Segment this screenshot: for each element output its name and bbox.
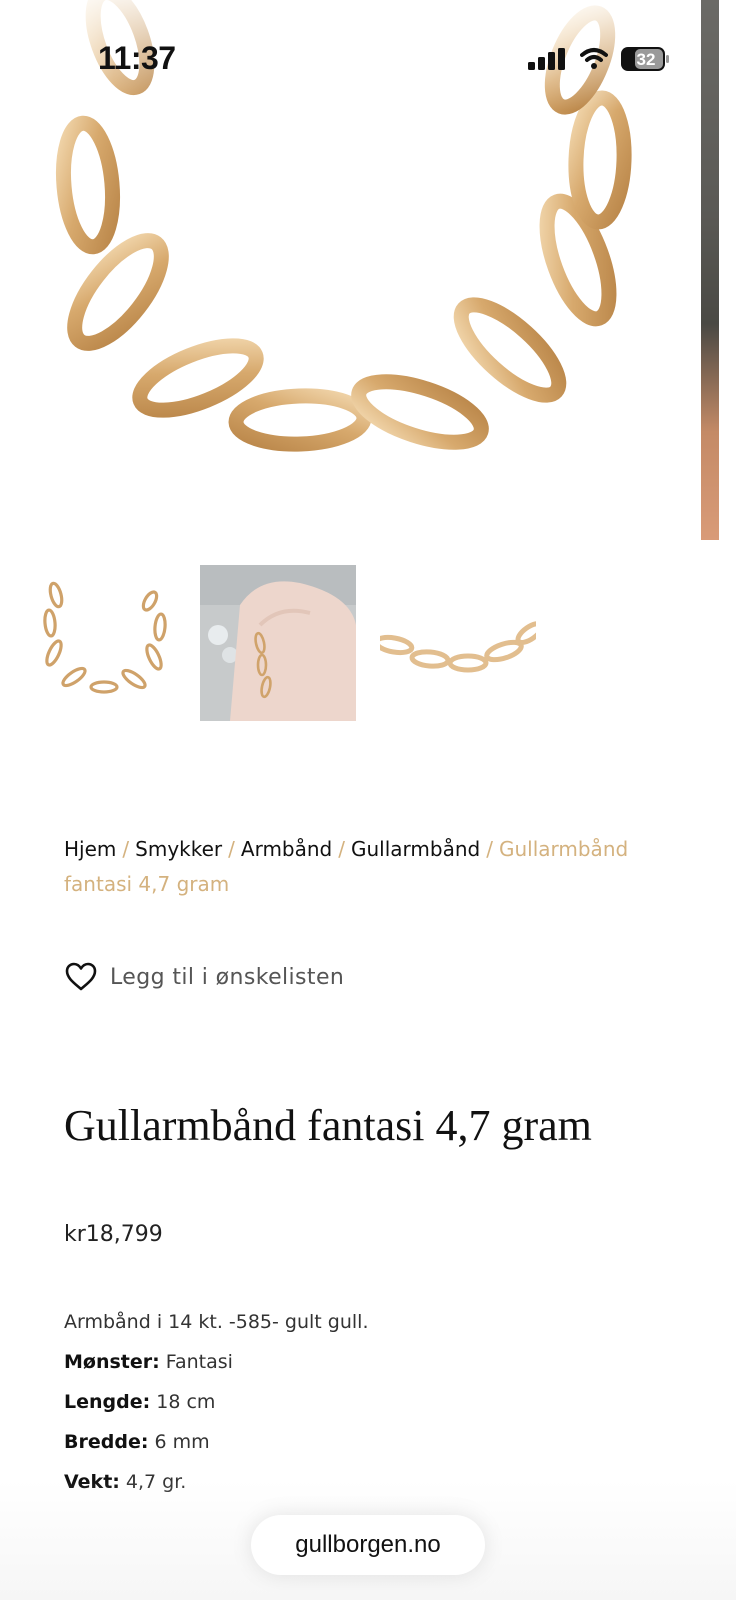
breadcrumb-home[interactable]: Hjem bbox=[64, 837, 116, 861]
signal-icon bbox=[528, 48, 565, 70]
breadcrumb-armband[interactable]: Armbånd bbox=[241, 837, 332, 861]
breadcrumb: Hjem / Smykker / Armbånd / Gullarmbånd / Gullarm… bbox=[64, 832, 664, 902]
breadcrumb-separator: / bbox=[228, 837, 235, 861]
thumbnail-bracelet-full[interactable] bbox=[30, 565, 186, 721]
bracelet-link bbox=[453, 297, 567, 403]
product-description: Armbånd i 14 kt. -585- gult gull. Mønste… bbox=[64, 1302, 368, 1502]
product-price: kr18,799 bbox=[64, 1222, 163, 1247]
product-title: Gullarmbånd fantasi 4,7 gram bbox=[64, 1101, 592, 1150]
spec-label: Mønster: bbox=[64, 1351, 160, 1373]
breadcrumb-separator: / bbox=[122, 837, 130, 861]
spec-value: 18 cm bbox=[156, 1391, 216, 1413]
url-text: gullborgen.no bbox=[295, 1531, 441, 1558]
bracelet-link bbox=[351, 374, 489, 450]
description-text: Armbånd i 14 kt. -585- gult gull. bbox=[64, 1311, 369, 1333]
browser-url-bar[interactable]: gullborgen.no bbox=[251, 1515, 485, 1575]
bracelet-link bbox=[55, 115, 121, 255]
battery-level: 32 bbox=[637, 50, 656, 69]
thumbnail-bracelet-closeup[interactable] bbox=[380, 565, 536, 721]
add-to-wishlist-button[interactable]: Legg til i ønskelisten bbox=[64, 960, 344, 994]
spec-value: 6 mm bbox=[154, 1431, 210, 1453]
breadcrumb-smykker[interactable]: Smykker bbox=[135, 837, 222, 861]
bracelet-link bbox=[228, 388, 372, 452]
status-time: 11:37 bbox=[98, 40, 176, 76]
spec-label: Lengde: bbox=[64, 1391, 151, 1413]
breadcrumb-separator: / bbox=[486, 837, 493, 861]
bracelet-link bbox=[568, 90, 632, 230]
breadcrumb-gullarmband[interactable]: Gullarmbånd bbox=[351, 837, 480, 861]
spec-width: Bredde: 6 mm bbox=[64, 1422, 368, 1462]
thumbnail-strip bbox=[18, 565, 718, 723]
spec-length: Lengde: 18 cm bbox=[64, 1382, 368, 1422]
breadcrumb-separator: / bbox=[338, 837, 345, 861]
wishlist-label: Legg til i ønskelisten bbox=[110, 964, 345, 990]
heart-icon bbox=[65, 962, 97, 991]
next-image-preview[interactable] bbox=[701, 0, 719, 540]
spec-value: Fantasi bbox=[165, 1351, 233, 1373]
spec-label: Bredde: bbox=[64, 1431, 149, 1453]
status-bar: 11:37 32 bbox=[0, 0, 700, 110]
thumbnail-bracelet-wrist[interactable] bbox=[200, 565, 356, 721]
wifi-icon bbox=[580, 48, 608, 69]
battery-icon: 32 bbox=[620, 46, 670, 72]
spec-pattern: Mønster: Fantasi bbox=[64, 1342, 368, 1382]
